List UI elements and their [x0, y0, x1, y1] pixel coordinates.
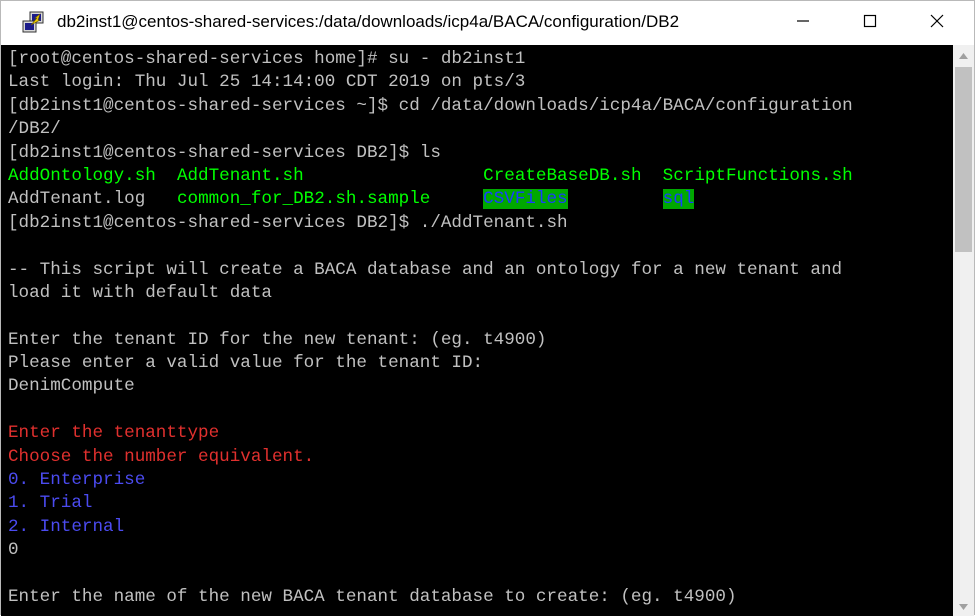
terminal-line: 0. Enterprise — [8, 469, 853, 492]
terminal-text: Enter the tenanttype — [8, 423, 220, 444]
window-title: db2inst1@centos-shared-services:/data/do… — [57, 12, 680, 31]
vertical-scrollbar[interactable] — [953, 45, 974, 616]
terminal-text: [db2inst1@centos-shared-services DB2]$ l… — [8, 142, 441, 163]
terminal-line: [db2inst1@centos-shared-services DB2]$ .… — [8, 212, 853, 235]
terminal-text: AddTenant.log — [8, 189, 146, 210]
terminal-line: Enter the name of the new BACA tenant da… — [8, 586, 853, 609]
terminal-line: /DB2/ — [8, 118, 853, 141]
executable-entry: AddOntology.sh — [8, 165, 156, 186]
terminal-text: -- This script will create a BACA databa… — [8, 259, 843, 280]
directory-entry: sql — [662, 189, 695, 210]
minimize-icon — [796, 14, 810, 33]
terminal-line: -- This script will create a BACA databa… — [8, 259, 853, 282]
terminal-line: DenimCompute — [8, 375, 853, 398]
terminal-text: Last login: Thu Jul 25 14:14:00 CDT 2019… — [8, 72, 526, 93]
terminal-line: Last login: Thu Jul 25 14:14:00 CDT 2019… — [8, 71, 853, 94]
terminal-output-area[interactable]: [root@centos-shared-services home]# su -… — [1, 45, 953, 616]
terminal-text: 1. Trial — [8, 493, 93, 514]
terminal-line: Choose the number equivalent. — [8, 446, 853, 469]
close-icon — [930, 14, 944, 33]
terminal-line: [root@centos-shared-services home]# su -… — [8, 48, 853, 71]
scrollbar-thumb[interactable] — [955, 67, 972, 252]
terminal-lines: [root@centos-shared-services home]# su -… — [8, 48, 853, 609]
executable-entry: CreateBaseDB.sh — [483, 165, 642, 186]
executable-entry: ScriptFunctions.sh — [662, 165, 853, 186]
terminal-window: db2inst1@centos-shared-services:/data/do… — [0, 0, 975, 616]
scroll-up-button[interactable] — [953, 45, 974, 65]
title-bar[interactable]: db2inst1@centos-shared-services:/data/do… — [1, 1, 974, 45]
terminal-line: 2. Internal — [8, 516, 853, 539]
terminal-text: [root@centos-shared-services home]# su -… — [8, 49, 526, 69]
terminal-line: AddOntology.sh AddTenant.sh CreateBaseDB… — [8, 165, 853, 188]
terminal-text: DenimCompute — [8, 376, 135, 397]
scroll-down-arrow-icon — [959, 597, 968, 615]
minimize-button[interactable] — [770, 1, 836, 45]
terminal-line: AddTenant.log common_for_DB2.sh.sample C… — [8, 188, 853, 211]
maximize-button[interactable] — [837, 1, 903, 45]
terminal-text: 0 — [8, 540, 19, 561]
executable-entry: common_for_DB2.sh.sample — [176, 189, 431, 210]
terminal-text: 2. Internal — [8, 516, 125, 537]
close-button[interactable] — [904, 1, 970, 45]
terminal-text: /DB2/ — [8, 119, 61, 140]
terminal-text: [db2inst1@centos-shared-services DB2]$ .… — [8, 212, 568, 233]
terminal-text: Enter the tenant ID for the new tenant: … — [8, 329, 547, 350]
terminal-text: Choose the number equivalent. — [8, 446, 315, 467]
terminal-text: Please enter a valid value for the tenan… — [8, 353, 484, 374]
scroll-up-arrow-icon — [959, 46, 968, 64]
terminal-line: Please enter a valid value for the tenan… — [8, 352, 853, 375]
terminal-text: [db2inst1@centos-shared-services ~]$ cd … — [8, 95, 853, 116]
maximize-icon — [863, 14, 877, 33]
terminal-line: [db2inst1@centos-shared-services DB2]$ l… — [8, 142, 853, 165]
executable-entry: AddTenant.sh — [176, 165, 304, 186]
terminal-line: [db2inst1@centos-shared-services ~]$ cd … — [8, 95, 853, 118]
terminal-line: Enter the tenanttype — [8, 422, 853, 445]
directory-entry: CSVFiles — [483, 189, 568, 210]
terminal-line: load it with default data — [8, 282, 853, 305]
putty-icon[interactable] — [21, 11, 45, 35]
scroll-down-button[interactable] — [953, 596, 974, 616]
terminal-line: 1. Trial — [8, 492, 853, 515]
terminal-text: 0. Enterprise — [8, 470, 146, 491]
terminal-text: load it with default data — [8, 282, 272, 303]
terminal-line: Enter the tenant ID for the new tenant: … — [8, 329, 853, 352]
terminal-line: 0 — [8, 539, 853, 562]
terminal-text: Enter the name of the new BACA tenant da… — [8, 586, 737, 607]
